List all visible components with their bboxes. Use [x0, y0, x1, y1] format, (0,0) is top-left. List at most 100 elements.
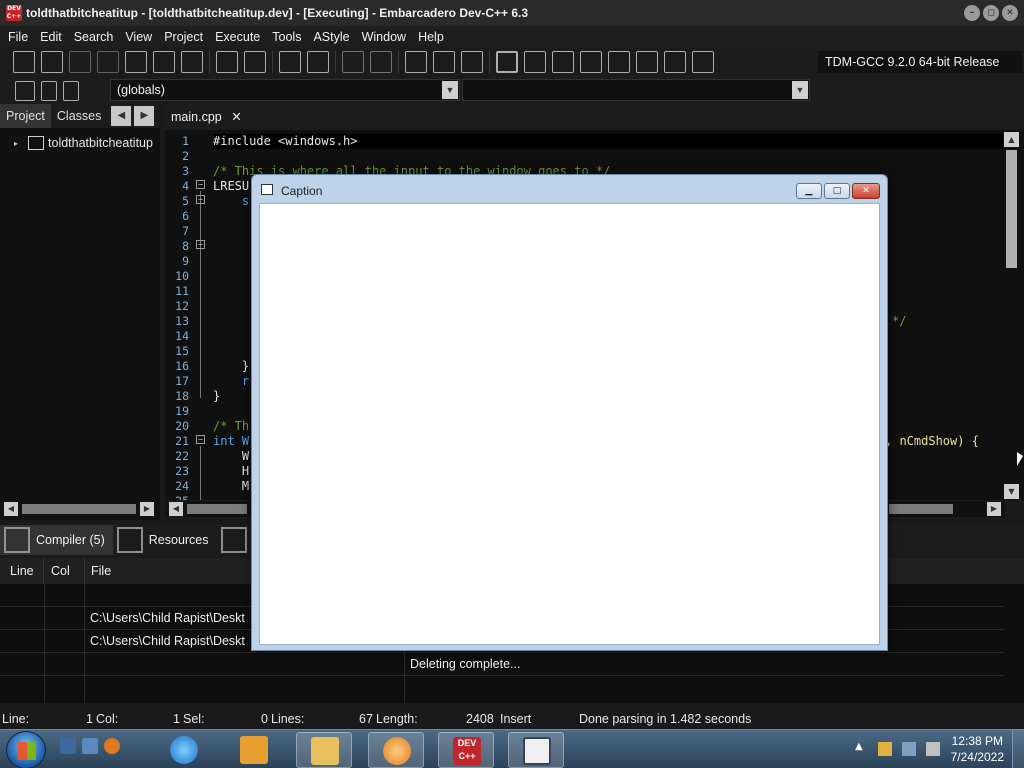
profile-icon[interactable]	[664, 51, 686, 73]
column-header-col[interactable]: Col	[45, 558, 85, 584]
scroll-left-icon[interactable]: ◀	[4, 502, 18, 516]
tab-compiler[interactable]: Compiler (5)	[0, 525, 113, 555]
taskbar-search[interactable]	[368, 732, 424, 768]
close-button[interactable]: ✕	[1002, 5, 1018, 21]
comment-icon[interactable]	[461, 51, 483, 73]
line-number: 19	[175, 404, 189, 418]
toggle-bookmark-icon[interactable]	[63, 80, 79, 101]
scroll-thumb-right[interactable]	[889, 504, 953, 514]
tray-volume-icon[interactable]	[926, 742, 940, 756]
menu-help[interactable]: Help	[412, 30, 450, 44]
line-number: 20	[175, 419, 189, 433]
bookmark-icon[interactable]	[41, 80, 57, 101]
caption-maximize-button[interactable]: □	[824, 183, 850, 199]
fold-marker-icon[interactable]: −	[196, 195, 205, 204]
scroll-left-icon[interactable]: ◀	[169, 502, 183, 516]
menu-project[interactable]: Project	[158, 30, 209, 44]
replace-icon[interactable]	[244, 51, 266, 73]
caption-titlebar[interactable]: Caption ▁ □ ✕	[252, 175, 887, 203]
expand-icon[interactable]: ▸	[14, 139, 18, 148]
scope-select[interactable]: (globals) ▼	[110, 79, 460, 101]
media-player-icon	[240, 736, 268, 764]
project-hscrollbar[interactable]: ◀ ▶	[0, 501, 160, 517]
chevron-left-icon[interactable]: ◀	[111, 106, 132, 126]
close-file-icon[interactable]	[125, 51, 147, 73]
tray-expand-icon[interactable]: ▲	[855, 741, 863, 752]
menu-window[interactable]: Window	[356, 30, 412, 44]
tray-network-icon[interactable]	[902, 742, 916, 756]
caption-window[interactable]: Caption ▁ □ ✕	[251, 174, 888, 651]
save-all-icon[interactable]	[97, 51, 119, 73]
goto-icon[interactable]	[15, 80, 35, 101]
devcpp-app-icon[interactable]: DEV C++	[6, 5, 22, 21]
new-project-icon[interactable]	[405, 51, 427, 73]
syntax-check-icon[interactable]	[608, 51, 630, 73]
scroll-down-icon[interactable]: ▼	[1004, 484, 1019, 499]
fold-marker-icon[interactable]: −	[196, 240, 205, 249]
menu-edit[interactable]: Edit	[34, 30, 68, 44]
caption-client-area[interactable]	[259, 203, 880, 645]
indent-icon[interactable]	[279, 51, 301, 73]
new-file-icon[interactable]	[13, 51, 35, 73]
chevron-down-icon[interactable]: ▼	[792, 81, 808, 99]
restore-button[interactable]: ◻	[983, 5, 999, 21]
rebuild-all-icon[interactable]	[580, 51, 602, 73]
taskbar-clock[interactable]: 12:38 PM 7/24/2022	[951, 733, 1004, 765]
close-tab-icon[interactable]: ✕	[231, 110, 241, 124]
taskbar-caption-app[interactable]	[508, 732, 564, 768]
fold-marker-icon[interactable]: −	[196, 180, 205, 189]
remove-project-icon[interactable]	[433, 51, 455, 73]
chevron-right-icon[interactable]: ▶	[134, 106, 155, 126]
menu-search[interactable]: Search	[68, 30, 120, 44]
close-all-icon[interactable]	[153, 51, 175, 73]
tab-project[interactable]: Project	[0, 104, 51, 128]
start-button[interactable]	[6, 731, 46, 768]
open-folder-icon[interactable]	[41, 51, 63, 73]
compiler-select[interactable]: TDM-GCC 9.2.0 64-bit Release	[818, 51, 1022, 73]
redo-icon[interactable]	[370, 51, 392, 73]
undo-icon[interactable]	[342, 51, 364, 73]
run-icon[interactable]	[524, 51, 546, 73]
menu-view[interactable]: View	[119, 30, 158, 44]
taskbar-devcpp[interactable]: DEV C++	[438, 732, 494, 768]
taskbar-internet-explorer[interactable]	[156, 732, 212, 768]
taskbar-explorer[interactable]	[296, 732, 352, 768]
minimize-button[interactable]: –	[964, 5, 980, 21]
scroll-thumb[interactable]	[22, 504, 136, 514]
chevron-down-icon[interactable]: ▼	[442, 81, 458, 99]
function-select[interactable]: ▼	[462, 79, 810, 101]
tab-classes[interactable]: Classes	[51, 104, 107, 128]
network-quicklaunch-icon[interactable]	[82, 738, 98, 754]
scroll-thumb[interactable]	[187, 504, 247, 514]
table-row[interactable]: Deleting complete...	[0, 653, 1004, 676]
scroll-right-icon[interactable]: ▶	[987, 502, 1001, 516]
delete-profile-icon[interactable]	[692, 51, 714, 73]
menu-file[interactable]: File	[2, 30, 34, 44]
caption-close-button[interactable]: ✕	[852, 183, 880, 199]
caption-minimize-button[interactable]: ▁	[796, 183, 822, 199]
taskbar-media-player[interactable]	[226, 732, 282, 768]
scroll-up-icon[interactable]: ▲	[1004, 132, 1019, 147]
editor-vscrollbar[interactable]: ▲ ▼	[1003, 130, 1020, 500]
compile-icon[interactable]	[496, 51, 518, 73]
fold-marker-icon[interactable]: −	[196, 435, 205, 444]
stop-execution-icon[interactable]	[636, 51, 658, 73]
menu-tools[interactable]: Tools	[266, 30, 307, 44]
find-icon[interactable]	[216, 51, 238, 73]
scroll-right-icon[interactable]: ▶	[140, 502, 154, 516]
tray-safely-remove-icon[interactable]	[878, 742, 892, 756]
desktop-quicklaunch-icon[interactable]	[60, 738, 76, 754]
tab-resources[interactable]: Resources	[113, 525, 217, 555]
scroll-thumb[interactable]	[1006, 150, 1017, 268]
project-tree-root[interactable]: ▸ toldthatbitcheatitup	[14, 136, 153, 150]
search-quicklaunch-icon[interactable]	[104, 738, 120, 754]
menu-astyle[interactable]: AStyle	[307, 30, 355, 44]
print-icon[interactable]	[181, 51, 203, 73]
compile-run-icon[interactable]	[552, 51, 574, 73]
show-desktop-button[interactable]	[1012, 730, 1024, 768]
save-icon[interactable]	[69, 51, 91, 73]
menu-execute[interactable]: Execute	[209, 30, 266, 44]
tab-main-cpp[interactable]: main.cpp ✕	[165, 104, 248, 130]
column-header-line[interactable]: Line	[4, 558, 44, 584]
unindent-icon[interactable]	[307, 51, 329, 73]
